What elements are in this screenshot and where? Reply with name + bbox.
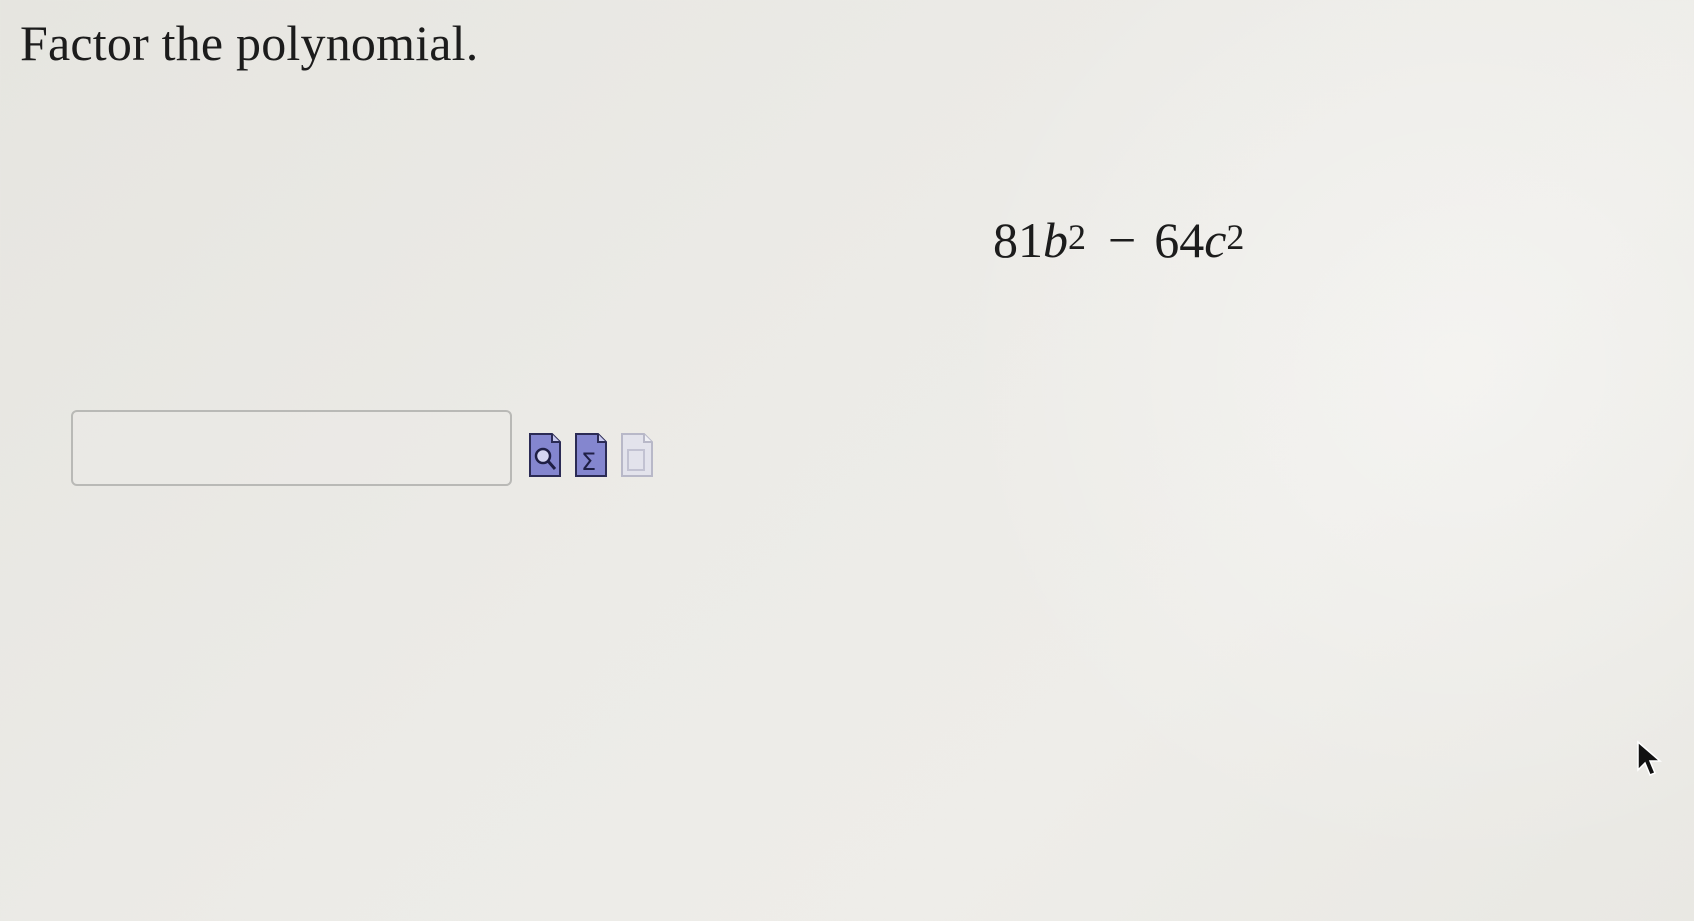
screen-glare	[900, 0, 1694, 921]
polynomial-expression: 81b2−64c2	[993, 205, 1244, 280]
answer-input[interactable]	[71, 410, 512, 486]
preview-icon	[529, 433, 561, 477]
svg-text:Σ: Σ	[581, 448, 596, 476]
term1-exponent: 2	[1068, 217, 1086, 257]
equation-editor-icon: Σ	[575, 433, 607, 477]
help-icon	[621, 433, 653, 477]
term1-coefficient: 81	[993, 212, 1043, 268]
help-button[interactable]	[620, 432, 654, 478]
minus-operator: −	[1108, 212, 1137, 268]
term2-variable: c	[1204, 212, 1227, 268]
equation-editor-button[interactable]: Σ	[574, 432, 608, 478]
mouse-pointer-icon	[1635, 740, 1665, 782]
term2-coefficient: 64	[1154, 212, 1205, 268]
term2-exponent: 2	[1226, 217, 1245, 257]
question-prompt: Factor the polynomial.	[20, 15, 479, 71]
term1-variable: b	[1043, 212, 1068, 268]
preview-button[interactable]	[528, 432, 562, 478]
